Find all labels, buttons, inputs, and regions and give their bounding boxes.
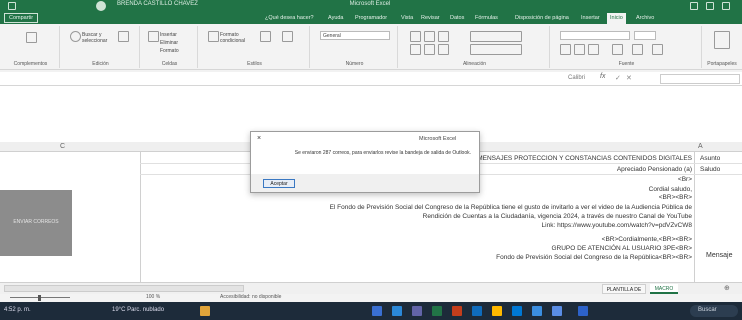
taskbar-app-icon[interactable] — [412, 306, 422, 316]
dialog-close-icon[interactable]: × — [257, 135, 261, 142]
clock: 4:52 p. m. — [4, 307, 31, 313]
formula-value: Calibri — [568, 75, 586, 81]
maximize-icon[interactable] — [706, 2, 714, 10]
horizontal-scrollbar[interactable] — [4, 285, 244, 292]
tab-help[interactable]: Ayuda — [325, 13, 347, 24]
group-cells: Insertar Eliminar Formato Celdas — [142, 26, 198, 68]
saludo-label[interactable]: Saludo — [700, 166, 720, 173]
ribbon-tabs: Compartir ¿Qué desea hacer? Ayuda Progra… — [0, 12, 742, 24]
group-alignment: Alineación — [400, 26, 550, 68]
dialog-message: Se enviaron 287 correos, para enviarlos … — [294, 150, 471, 156]
weather-icon — [200, 306, 210, 316]
message-label[interactable]: Mensaje — [706, 252, 732, 259]
edge-icon[interactable] — [512, 306, 522, 316]
sort-icon[interactable] — [118, 31, 129, 42]
fill-color-icon[interactable] — [632, 44, 643, 55]
merge-center-icon[interactable] — [470, 44, 522, 55]
align-left-icon[interactable] — [410, 44, 421, 55]
excel-taskbar-icon[interactable] — [432, 306, 442, 316]
accessibility-status: Accesibilidad: no disponible — [220, 294, 282, 300]
font-name-dropdown[interactable] — [560, 31, 630, 40]
italic-icon[interactable] — [574, 44, 585, 55]
tab-home[interactable]: Inicio — [607, 13, 626, 24]
tab-review[interactable]: Revisar — [418, 13, 443, 24]
avatar[interactable] — [96, 1, 106, 11]
dialog-title: Microsoft Excel — [419, 136, 457, 142]
save-icon[interactable] — [8, 2, 16, 10]
bold-icon[interactable] — [560, 44, 571, 55]
message-dialog: × Microsoft Excel Se enviaron 287 correo… — [250, 131, 480, 193]
fx-icon[interactable]: fx — [600, 73, 605, 80]
file-explorer-icon[interactable] — [492, 306, 502, 316]
group-addins: Complementos — [2, 26, 60, 68]
add-sheet-icon[interactable]: ⊕ — [724, 284, 734, 294]
tab-view[interactable]: Vista — [398, 13, 416, 24]
sheet-tab-plantilla[interactable]: PLANTILLA DE USO — [602, 284, 646, 303]
name-box[interactable] — [660, 74, 740, 84]
insert-cells-icon[interactable] — [148, 31, 159, 42]
formula-input[interactable] — [0, 74, 560, 84]
group-clipboard: Portapapeles — [704, 26, 740, 68]
confirm-icon[interactable]: ✓ — [615, 74, 623, 83]
taskbar-app-icon[interactable] — [532, 306, 542, 316]
group-number: General Número — [312, 26, 398, 68]
ribbon: Complementos Buscar y seleccionar Edició… — [0, 24, 742, 70]
close-window-icon[interactable] — [722, 2, 730, 10]
taskbar-app-icon[interactable] — [452, 306, 462, 316]
align-center-icon[interactable] — [424, 44, 435, 55]
find-icon[interactable] — [70, 31, 81, 42]
group-styles: Formato condicional Estilos — [200, 26, 310, 68]
taskbar-app-icon[interactable] — [472, 306, 482, 316]
tab-file[interactable]: Archivo — [633, 13, 657, 24]
conditional-format-icon[interactable] — [208, 31, 219, 42]
tab-data[interactable]: Datos — [447, 13, 467, 24]
title-bar: BRENDA CASTILLO CHAVEZ Microsoft Excel — [0, 0, 742, 12]
search-box[interactable]: ¿Qué desea hacer? — [262, 13, 317, 24]
user-name: BRENDA CASTILLO CHAVEZ — [117, 1, 198, 7]
tab-insert[interactable]: Insertar — [578, 13, 603, 24]
taskbar-app-icon[interactable] — [372, 306, 382, 316]
window-title: Microsoft Excel — [349, 1, 391, 7]
formula-bar: Calibri fx ✓ ✕ — [0, 72, 742, 86]
font-color-icon[interactable] — [652, 44, 663, 55]
cell-styles-icon[interactable] — [282, 31, 293, 42]
align-middle-icon[interactable] — [424, 31, 435, 42]
addins-icon[interactable] — [26, 32, 37, 43]
dialog-ok-button[interactable]: Aceptar — [263, 179, 295, 188]
windows-start-icon[interactable] — [578, 306, 588, 316]
cancel-icon[interactable]: ✕ — [626, 74, 634, 83]
zoom-slider-thumb[interactable] — [38, 295, 41, 301]
taskbar: 4:52 p. m. 19°C Parc. nublado Buscar — [0, 302, 742, 320]
taskbar-search[interactable]: Buscar — [690, 305, 738, 317]
taskbar-app-icon[interactable] — [552, 306, 562, 316]
tab-formulas[interactable]: Fórmulas — [472, 13, 501, 24]
zoom-level[interactable]: 100 % — [146, 294, 160, 300]
column-header-c[interactable]: C — [60, 143, 65, 150]
status-bar: 100 % Accesibilidad: no disponible — [0, 294, 742, 302]
wrap-text-icon[interactable] — [470, 31, 522, 42]
sheet-tabs-bar: PLANTILLA DE USO MACRO ⊕ — [0, 282, 742, 303]
send-emails-button[interactable]: ENVIAR CORREOS — [0, 190, 72, 256]
asunto-label[interactable]: Asunto — [700, 155, 720, 162]
taskbar-app-icon[interactable] — [392, 306, 402, 316]
align-right-icon[interactable] — [438, 44, 449, 55]
share-button[interactable]: Compartir — [4, 13, 39, 23]
column-header-a[interactable]: A — [698, 143, 703, 150]
align-bottom-icon[interactable] — [438, 31, 449, 42]
group-font: Fuente — [552, 26, 702, 68]
font-size-dropdown[interactable] — [634, 31, 656, 40]
weather: 19°C Parc. nublado — [112, 307, 165, 313]
tab-developer[interactable]: Programador — [352, 13, 390, 24]
borders-icon[interactable] — [612, 44, 623, 55]
underline-icon[interactable] — [588, 44, 599, 55]
tab-page-layout[interactable]: Disposición de página — [512, 13, 572, 24]
sheet-tab-macro[interactable]: MACRO — [650, 284, 678, 294]
table-format-icon[interactable] — [260, 31, 271, 42]
paste-icon[interactable] — [714, 31, 730, 49]
group-editing: Buscar y seleccionar Edición — [62, 26, 140, 68]
minimize-icon[interactable] — [690, 2, 698, 10]
align-top-icon[interactable] — [410, 31, 421, 42]
